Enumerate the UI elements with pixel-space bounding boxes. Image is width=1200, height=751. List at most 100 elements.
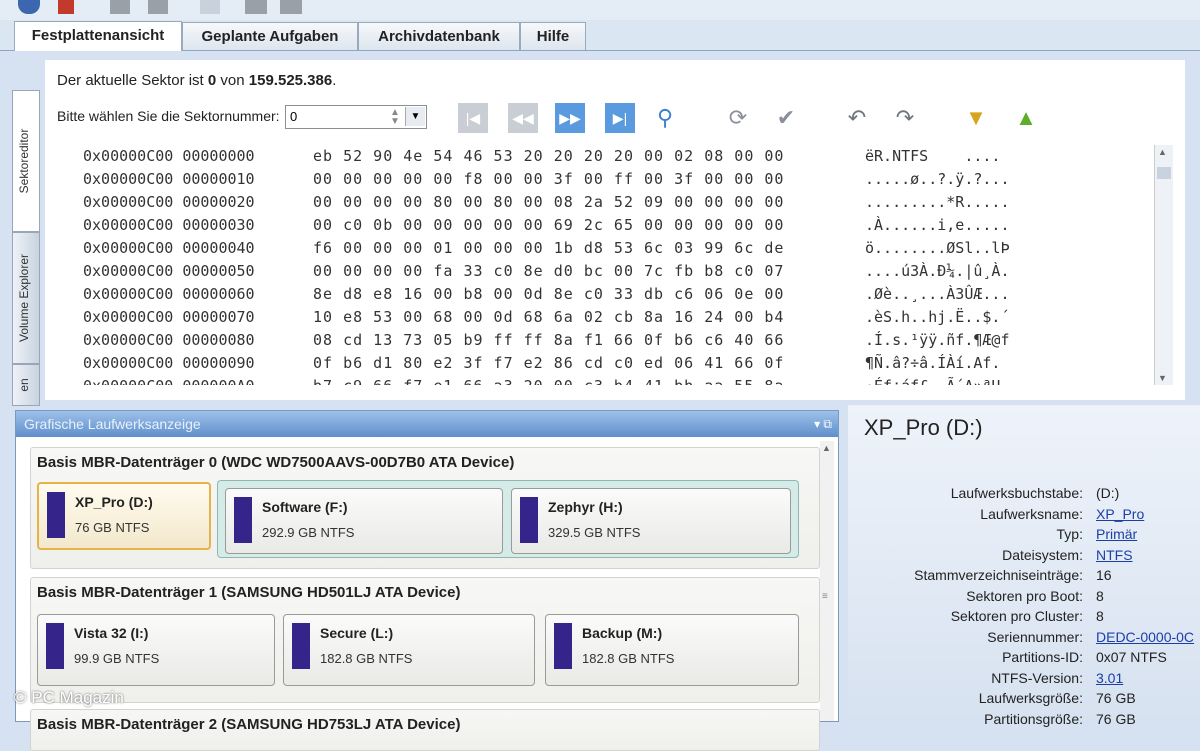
scroll-grip-icon[interactable]: ≡ bbox=[822, 591, 828, 602]
partition-block[interactable]: Zephyr (H:) 329.5 GB NTFS bbox=[511, 488, 791, 554]
hex-addr: 0x00000C00 00000040 bbox=[83, 239, 255, 257]
hex-row[interactable]: 0x00000C00 00000020 00 00 00 00 80 00 80 … bbox=[55, 191, 1155, 214]
property-value[interactable]: XP_Pro bbox=[1096, 506, 1144, 522]
watermark: © PC Magazin bbox=[14, 688, 124, 707]
property-key: Dateisystem: bbox=[1002, 546, 1083, 563]
partition-detail: 182.8 GB NTFS bbox=[320, 651, 413, 666]
partition-detail: 182.8 GB NTFS bbox=[582, 651, 675, 666]
sector-status-prefix: Der aktuelle Sektor ist bbox=[57, 72, 204, 89]
tab-disk-view[interactable]: Festplattenansicht bbox=[14, 21, 182, 51]
cancel-icon[interactable] bbox=[148, 0, 168, 14]
hex-bytes: 08 cd 13 73 05 b9 ff ff 8a f1 66 0f b6 c… bbox=[313, 331, 785, 349]
hex-row[interactable]: 0x00000C00 00000030 00 c0 0b 00 00 00 00 … bbox=[55, 214, 1155, 237]
property-key: Laufwerksbuchstabe: bbox=[950, 485, 1083, 501]
property-value[interactable]: 3.01 bbox=[1096, 670, 1123, 686]
hex-addr: 0x00000C00 00000020 bbox=[83, 193, 255, 211]
previous-sector-icon[interactable]: ◀◀ bbox=[508, 103, 538, 133]
main-toolbar bbox=[0, 0, 1200, 20]
hex-row[interactable]: 0x00000C00 00000060 8e d8 e8 16 00 b8 00 … bbox=[55, 283, 1155, 306]
partition-color-bar bbox=[520, 497, 538, 543]
property-value[interactable]: NTFS bbox=[1096, 547, 1133, 563]
tab-help[interactable]: Hilfe bbox=[520, 22, 586, 50]
first-sector-icon[interactable]: |◀ bbox=[458, 103, 488, 133]
property-row: Sektoren pro Cluster: 8 bbox=[848, 608, 1200, 628]
hex-ascii: ....ú3À.Ð¼.|û¸À. bbox=[865, 262, 1010, 280]
undo-icon[interactable]: ↶ bbox=[842, 103, 872, 133]
folder-export-icon[interactable]: ▲ bbox=[1011, 103, 1041, 133]
property-key: Sektoren pro Boot: bbox=[966, 587, 1083, 604]
panel-controls[interactable]: ▾ ⧉ bbox=[814, 411, 832, 437]
sector-status-mid: von bbox=[220, 72, 245, 89]
apply-check-icon[interactable]: ✔ bbox=[771, 103, 801, 133]
property-row: Dateisystem: NTFS bbox=[848, 547, 1200, 567]
spinner-icon[interactable]: ▲ ▼ bbox=[390, 108, 404, 127]
hex-row[interactable]: 0x00000C00 00000050 00 00 00 00 fa 33 c0 … bbox=[55, 260, 1155, 283]
property-row: Typ: Primär bbox=[848, 526, 1200, 546]
partition-name: Vista 32 (I:) bbox=[74, 625, 149, 641]
side-tab-volume-explorer[interactable]: Volume Explorer bbox=[12, 232, 40, 364]
properties-panel: XP_Pro (D:) Laufwerksbuchstabe: (D:) Laufw… bbox=[848, 405, 1200, 727]
home-icon[interactable] bbox=[18, 0, 40, 14]
last-sector-icon[interactable]: ▶| bbox=[605, 103, 635, 133]
hex-ascii: .À......i,e..... bbox=[865, 216, 1010, 234]
tab-scheduled-tasks[interactable]: Geplante Aufgaben bbox=[182, 22, 358, 50]
disk-card: Basis MBR-Datenträger 2 (SAMSUNG HD753LJ… bbox=[30, 709, 820, 751]
redo-icon[interactable]: ↷ bbox=[890, 103, 920, 133]
sector-number-combobox[interactable]: 0 ▲ ▼ ▼ bbox=[285, 105, 427, 129]
disk-title: Basis MBR-Datenträger 2 (SAMSUNG HD753LJ… bbox=[37, 716, 461, 733]
partition-block[interactable]: Backup (M:) 182.8 GB NTFS bbox=[545, 614, 799, 686]
redo-icon[interactable] bbox=[280, 0, 302, 14]
hex-row[interactable]: 0x00000C00 00000000 eb 52 90 4e 54 46 53 … bbox=[55, 145, 1155, 168]
search-icon[interactable]: ⚲ bbox=[650, 103, 680, 133]
property-value[interactable]: Primär bbox=[1096, 526, 1137, 542]
folder-import-icon[interactable]: ▼ bbox=[961, 103, 991, 133]
scroll-up-icon[interactable]: ▲ bbox=[1158, 147, 1167, 157]
hex-row[interactable]: 0x00000C00 00000070 10 e8 53 00 68 00 0d … bbox=[55, 306, 1155, 329]
partition-block[interactable]: Software (F:) 292.9 GB NTFS bbox=[225, 488, 503, 554]
partition-block[interactable]: XP_Pro (D:) 76 GB NTFS bbox=[37, 482, 211, 550]
apply-icon[interactable] bbox=[110, 0, 130, 14]
side-tab-bar: Sektoreditor Volume Explorer en bbox=[12, 90, 40, 410]
property-value: 16 bbox=[1096, 567, 1112, 583]
add-icon[interactable] bbox=[58, 0, 74, 14]
property-key: Typ: bbox=[1056, 526, 1083, 542]
hex-addr: 0x00000C00 00000010 bbox=[83, 170, 255, 188]
side-tab-more[interactable]: en bbox=[12, 364, 40, 406]
hex-row[interactable]: 0x00000C00 00000080 08 cd 13 73 05 b9 ff … bbox=[55, 329, 1155, 352]
next-sector-icon[interactable]: ▶▶ bbox=[555, 103, 585, 133]
hex-bytes: 00 00 00 00 00 f8 00 00 3f 00 ff 00 3f 0… bbox=[313, 170, 785, 188]
hex-ascii: .Øè..¸...À3ÛÆ... bbox=[865, 285, 1010, 303]
hex-view[interactable]: 0x00000C00 00000000 eb 52 90 4e 54 46 53 … bbox=[55, 145, 1155, 385]
refresh-icon[interactable]: ⟳ bbox=[723, 103, 753, 133]
hex-bytes: 0f b6 d1 80 e2 3f f7 e2 86 cd c0 ed 06 4… bbox=[313, 354, 785, 372]
property-value[interactable]: DEDC-0000-0C bbox=[1096, 629, 1194, 645]
partition-block[interactable]: Vista 32 (I:) 99.9 GB NTFS bbox=[37, 614, 275, 686]
partition-block[interactable]: Secure (L:) 182.8 GB NTFS bbox=[283, 614, 535, 686]
tab-archive-database[interactable]: Archivdatenbank bbox=[358, 22, 520, 50]
property-value: 0x07 NTFS bbox=[1096, 649, 1167, 665]
hex-ascii: ö........ØSl..lÞ bbox=[865, 239, 1010, 257]
search-icon[interactable] bbox=[200, 0, 220, 14]
graphic-scrollbar[interactable]: ▲ ≡ bbox=[820, 441, 834, 721]
property-value: 8 bbox=[1096, 587, 1104, 604]
hex-addr: 0x00000C00 00000000 bbox=[83, 147, 255, 165]
hex-row[interactable]: 0x00000C00 00000040 f6 00 00 00 01 00 00 … bbox=[55, 237, 1155, 260]
scroll-up-icon[interactable]: ▲ bbox=[822, 443, 831, 453]
hex-ascii: .....ø..?.ÿ.?... bbox=[865, 170, 1010, 188]
scroll-down-icon[interactable]: ▼ bbox=[1158, 373, 1167, 383]
partition-name: Secure (L:) bbox=[320, 625, 394, 641]
hex-row[interactable]: 0x00000C00 00000010 00 00 00 00 00 f8 00 … bbox=[55, 168, 1155, 191]
hex-scrollbar[interactable]: ▲ ▼ bbox=[1154, 145, 1173, 385]
undo-icon[interactable] bbox=[245, 0, 267, 14]
hex-bytes: 8e d8 e8 16 00 b8 00 0d 8e c0 33 db c6 0… bbox=[313, 285, 785, 303]
hex-ascii: ¶Ñ.â?÷â.ÍÀí.Af. bbox=[865, 354, 1001, 372]
partition-detail: 329.5 GB NTFS bbox=[548, 525, 641, 540]
hex-row[interactable]: 0x00000C00 00000090 0f b6 d1 80 e2 3f f7 … bbox=[55, 352, 1155, 375]
sector-number-label: Bitte wählen Sie die Sektornummer: bbox=[57, 108, 280, 124]
side-tab-sector-editor[interactable]: Sektoreditor bbox=[12, 90, 40, 232]
property-key: Seriennummer: bbox=[987, 628, 1083, 645]
property-row: Laufwerksbuchstabe: (D:) bbox=[848, 485, 1200, 505]
hex-row[interactable]: 0x00000C00 000000A0 b7 c9 66 f7 e1 66 a3 … bbox=[55, 375, 1155, 385]
chevron-down-icon[interactable]: ▼ bbox=[405, 107, 425, 126]
scroll-thumb[interactable] bbox=[1157, 167, 1171, 179]
